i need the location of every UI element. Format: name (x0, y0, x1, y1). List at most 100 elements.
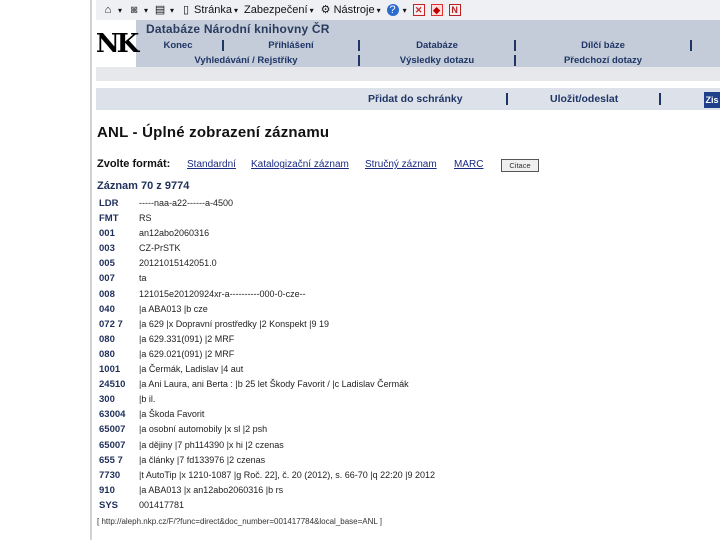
nav-prihlaseni[interactable]: Přihlášení (226, 40, 356, 51)
nav-vyhledavani[interactable]: Vyhledávání / Rejstříky (136, 55, 356, 66)
table-row: 072 7 |a 629 |x Dopravní prostředky |2 Ko… (97, 318, 717, 333)
printer-icon: ▤ (154, 4, 166, 16)
table-row: 7730 |t AutoTip |x 1210-1087 |g Roč. 22],… (97, 469, 717, 484)
marc-tag: 910 (99, 484, 115, 496)
nav-vysledky[interactable]: Výsledky dotazu (362, 55, 512, 66)
format-marc-link[interactable]: MARC (454, 159, 483, 170)
nav-databaze[interactable]: Databáze (362, 40, 512, 51)
marc-tag: 63004 (99, 409, 126, 421)
marc-tag: 005 (99, 258, 115, 270)
print-button[interactable]: ▤ ▾ (154, 4, 174, 16)
table-row: 65007 |a osobní automobily |x sl |2 psh (97, 423, 717, 438)
nav-konec[interactable]: Konec (136, 40, 220, 51)
chevron-down-icon: ▾ (309, 5, 314, 15)
table-row: 008 121015e20120924xr-a----------000-0-cz… (97, 288, 717, 303)
table-row: SYS 001417781 (97, 499, 717, 514)
marc-tag: 65007 (99, 439, 126, 451)
marc-value: |a Ani Laura, ani Berta : |b 25 let Škod… (139, 379, 409, 390)
table-row: LDR -----naa-a22------a-4500 (97, 197, 717, 212)
marc-tag: 040 (99, 303, 115, 315)
left-margin (0, 0, 96, 540)
nav-predchozi[interactable]: Předchozí dotazy (518, 55, 688, 66)
tools-menu-label: Nástroje (333, 4, 375, 16)
addon-icon-2[interactable]: ◆ (430, 4, 443, 16)
action-divider (506, 93, 508, 105)
nav-dilci-baze[interactable]: Dílčí báze (518, 40, 688, 51)
record-counter: Záznam 70 z 9774 (97, 180, 190, 192)
marc-tag: LDR (99, 198, 119, 209)
table-row: 300 |b il. (97, 393, 717, 408)
addon-icon-3[interactable]: N (448, 4, 461, 16)
format-selector: Zvolte formát: Standardní Katalogizační … (97, 158, 717, 174)
marc-value: CZ-PrSTK (139, 243, 181, 254)
marc-value: 121015e20120924xr-a----------000-0-cze-- (139, 288, 306, 299)
marc-value: |t AutoTip |x 1210-1087 |g Roč. 22], č. … (139, 469, 436, 480)
marc-value: |a články |7 fd133976 |2 czenas (139, 454, 266, 465)
marc-tag: 080 (99, 348, 115, 360)
chevron-down-icon: ▾ (118, 5, 123, 15)
table-row: 001 an12abo2060316 (97, 227, 717, 242)
browser-command-bar: ⌂ ▾ ◙ ▾ ▤ ▾ ▯ Stránka ▾ Zabezpečení ▾ ⚙ Nástroj… (96, 0, 720, 21)
marc-value: |a osobní automobily |x sl |2 psh (139, 424, 268, 435)
marc-tag: 003 (99, 243, 115, 255)
permalink-url[interactable]: [ http://aleph.nkp.cz/F/?func=direct&doc… (97, 517, 382, 526)
home-button[interactable]: ⌂ ▾ (102, 4, 122, 16)
marc-tag: 080 (99, 333, 115, 345)
marc-value: |a ABA013 |x an12abo2060316 |b rs (139, 484, 284, 495)
header-spacer-band (96, 67, 720, 81)
marc-value: |a 629 |x Dopravní prostředky |2 Konspek… (139, 318, 329, 329)
page-icon: ▯ (183, 4, 190, 16)
format-label: Zvolte formát: (97, 158, 171, 170)
table-row: 040 |a ABA013 |b cze (97, 303, 717, 318)
rss-icon: ◙ (130, 4, 138, 16)
gear-icon: ⚙ (320, 4, 331, 16)
table-row: 007 ta (97, 272, 717, 287)
help-button[interactable]: ? ▾ (386, 4, 407, 16)
table-row: 003 CZ-PrSTK (97, 242, 717, 257)
add-to-basket-link[interactable]: Přidat do schránky (368, 93, 463, 105)
marc-value: -----naa-a22------a-4500 (139, 198, 234, 208)
tools-menu[interactable]: ⚙ Nástroje ▾ (320, 4, 381, 16)
format-brief-link[interactable]: Stručný záznam (365, 159, 437, 170)
marc-tag: 300 (99, 394, 115, 406)
save-send-link[interactable]: Uložit/odeslat (550, 93, 618, 105)
chevron-down-icon: ▾ (402, 5, 407, 15)
security-menu[interactable]: Zabezpečení ▾ (244, 4, 314, 16)
table-row: 005 20121015142051.0 (97, 257, 717, 272)
security-menu-label: Zabezpečení (243, 4, 308, 16)
site-header: NK Databáze Národní knihovny ČR Konec Př… (96, 20, 720, 67)
page-menu[interactable]: ▯ Stránka ▾ (180, 4, 238, 16)
marc-tag: 008 (99, 288, 115, 300)
marc-tag: 001 (99, 228, 115, 240)
database-title: Databáze Národní knihovny ČR (146, 22, 330, 36)
marc-value: an12abo2060316 (139, 228, 210, 239)
table-row: 080 |a 629.331(091) |2 MRF (97, 333, 717, 348)
marc-value: RS (139, 213, 152, 224)
action-divider (659, 93, 661, 105)
nk-logo[interactable]: NK (96, 20, 139, 67)
page-menu-label: Stránka (194, 4, 232, 16)
format-catalog-link[interactable]: Katalogizační záznam (251, 159, 349, 170)
table-row: 910 |a ABA013 |x an12abo2060316 |b rs (97, 484, 717, 499)
addon-icon-1[interactable]: ✕ (412, 4, 425, 16)
marc-tag: 072 7 (99, 318, 123, 330)
marc-value: |a dějiny |7 ph114390 |x hi |2 czenas (139, 439, 284, 450)
send-button[interactable]: Zis (704, 92, 720, 108)
nav-divider (514, 54, 516, 66)
nav-divider (358, 54, 360, 66)
marc-tag: 007 (99, 273, 115, 285)
marc-value: |a Čermák, Ladislav |4 aut (139, 364, 244, 375)
marc-value: |b il. (139, 394, 156, 405)
chevron-down-icon: ▾ (233, 5, 238, 15)
citation-button[interactable]: Citace (501, 159, 539, 172)
home-icon: ⌂ (104, 4, 112, 16)
marc-tag: 655 7 (99, 454, 123, 466)
nav-divider (690, 39, 692, 51)
marc-tag: SYS (99, 499, 119, 511)
feeds-button[interactable]: ◙ ▾ (128, 4, 148, 16)
chevron-down-icon: ▾ (376, 5, 381, 15)
chevron-down-icon: ▾ (144, 5, 149, 15)
format-standard-link[interactable]: Standardní (187, 159, 236, 170)
marc-value: |a Škoda Favorit (139, 409, 205, 420)
record-action-bar: Přidat do schránky Uložit/odeslat Zis (96, 88, 720, 110)
